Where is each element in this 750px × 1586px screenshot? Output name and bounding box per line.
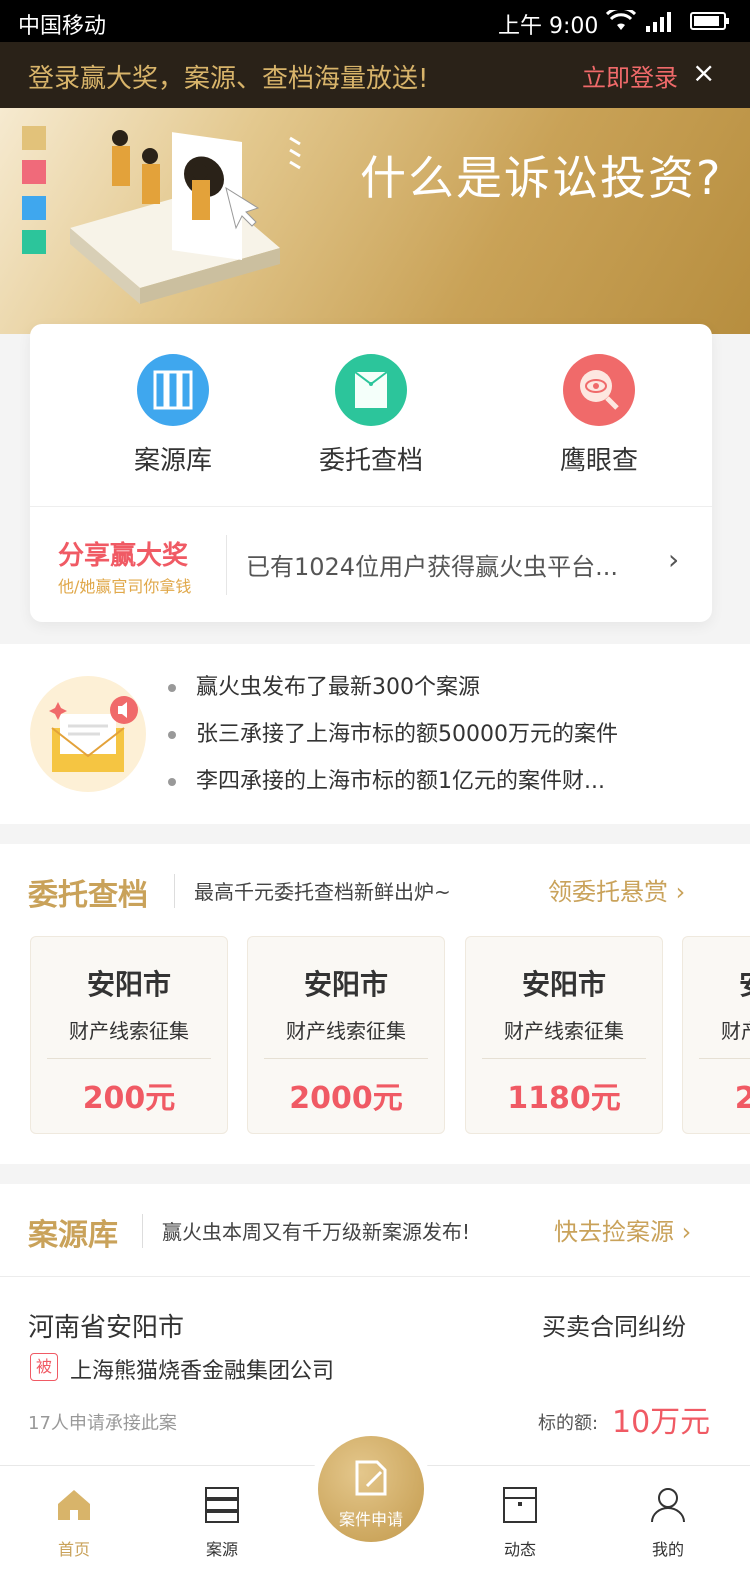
divider xyxy=(264,1058,428,1059)
menu-item-case-library[interactable]: 案源库 xyxy=(88,354,258,477)
banner[interactable]: 什么是诉讼投资? xyxy=(0,108,750,334)
case-library-section: 案源库 赢火虫本周又有千万级新案源发布! 快去捡案源 › 河南省安阳市 买卖合同… xyxy=(0,1184,750,1474)
server-icon xyxy=(205,1487,239,1523)
case-type: 买卖合同纠纷 xyxy=(542,1313,686,1341)
card-city: 安阳市 xyxy=(303,968,388,1001)
card-price: 1180元 xyxy=(507,1081,621,1116)
banner-headline: 什么是诉讼投资? xyxy=(360,151,723,205)
tab-label: 案源 xyxy=(205,1540,238,1559)
card-type: 财产线索征集 xyxy=(286,1019,406,1043)
tab-home[interactable]: 首页 xyxy=(24,1482,124,1560)
chevron-right-icon: › xyxy=(668,543,680,576)
share-reward-banner[interactable]: 分享赢大奖 他/她赢官司你拿钱 已有1024位用户获得赢火虫平台... › xyxy=(30,506,712,623)
entrust-card[interactable]: 安阳市 财产线索征集 2000元 xyxy=(247,936,445,1134)
apply-case-button[interactable]: 案件申请 xyxy=(318,1436,424,1542)
claim-reward-link[interactable]: 领委托悬赏 › xyxy=(548,872,685,907)
edit-document-icon xyxy=(355,1460,387,1496)
tab-profile[interactable]: 我的 xyxy=(618,1482,718,1560)
login-button[interactable]: 立即登录 xyxy=(582,58,678,93)
card-city: 安阳市 xyxy=(86,968,171,1001)
card-price: 2000元 xyxy=(289,1081,403,1116)
defendant-name: 上海熊猫烧香金融集团公司 xyxy=(70,1359,335,1384)
card-city: 安阳市 xyxy=(521,968,606,1001)
section-title: 委托查档 xyxy=(28,878,148,913)
divider xyxy=(699,1058,750,1059)
applicant-count: 17人申请承接此案 xyxy=(28,1413,177,1434)
carrier-label: 中国移动 xyxy=(18,14,107,39)
section-title: 案源库 xyxy=(28,1218,118,1253)
menu-item-entrust-search[interactable]: 委托查档 xyxy=(286,354,456,477)
clock: 上午 9:00 xyxy=(498,14,599,39)
divider xyxy=(142,1214,143,1248)
close-icon[interactable]: × xyxy=(692,56,715,89)
tab-label: 首页 xyxy=(57,1540,90,1559)
news-item[interactable]: 赢火虫发布了最新300个案源 xyxy=(168,670,618,717)
card-price: 200元 xyxy=(82,1081,176,1116)
card-type: 财产线索征集 xyxy=(721,1019,750,1043)
card-price: 200元 xyxy=(734,1081,750,1116)
section-subtitle: 赢火虫本周又有千万级新案源发布! xyxy=(162,1220,471,1244)
tab-news[interactable]: 动态 xyxy=(470,1482,570,1560)
news-feed: 赢火虫发布了最新300个案源 张三承接了上海市标的额50000万元的案件 李四承… xyxy=(0,644,750,824)
share-title: 分享赢大奖 xyxy=(58,541,189,571)
bookshelf-icon xyxy=(137,354,209,426)
user-icon xyxy=(651,1488,685,1523)
login-promo-bar: 登录赢大奖，案源、查档海量放送! 立即登录 × xyxy=(0,42,750,108)
card-type: 财产线索征集 xyxy=(69,1019,189,1043)
section-subtitle: 最高千元委托查档新鲜出炉~ xyxy=(194,880,451,904)
status-bar: 中国移动 上午 9:00 xyxy=(0,0,750,42)
divider xyxy=(47,1058,211,1059)
envelope-icon xyxy=(335,354,407,426)
entrust-card[interactable]: 安阳市 财产线索征集 200元 xyxy=(682,936,750,1134)
news-item[interactable]: 张三承接了上海市标的额50000万元的案件 xyxy=(168,717,618,764)
tab-cases[interactable]: 案源 xyxy=(172,1482,272,1560)
apply-case-label: 案件申请 xyxy=(338,1510,403,1529)
defendant-badge: 被 xyxy=(30,1353,58,1381)
home-icon xyxy=(58,1490,90,1520)
divider xyxy=(174,874,175,908)
menu-item-label: 鹰眼查 xyxy=(559,446,638,476)
divider xyxy=(226,535,227,595)
mail-speaker-icon xyxy=(30,676,146,792)
amount-value: 10万元 xyxy=(612,1405,711,1440)
login-promo-text: 登录赢大奖，案源、查档海量放送! xyxy=(28,64,429,94)
pick-cases-link[interactable]: 快去捡案源 › xyxy=(554,1212,691,1247)
case-region: 河南省安阳市 xyxy=(28,1313,185,1343)
tab-label: 我的 xyxy=(651,1540,684,1559)
share-description: 已有1024位用户获得赢火虫平台... xyxy=(246,553,618,581)
banner-illustration xyxy=(22,126,301,304)
entrust-card[interactable]: 安阳市 财产线索征集 200元 xyxy=(30,936,228,1134)
card-city: 安阳市 xyxy=(683,963,750,1003)
entrust-section: 委托查档 最高千元委托查档新鲜出炉~ 领委托悬赏 › 安阳市 财产线索征集 20… xyxy=(0,844,750,1164)
signal-icon xyxy=(646,12,671,32)
news-item[interactable]: 李四承接的上海市标的额1亿元的案件财... xyxy=(168,764,618,811)
quick-menu-card: 案源库 委托查档 鹰眼查 分享赢大奖 他/她赢官司你拿钱 已有1024位用户获得… xyxy=(30,324,712,622)
menu-item-label: 案源库 xyxy=(133,446,212,476)
tab-label: 动态 xyxy=(503,1540,536,1559)
eye-search-icon xyxy=(563,354,635,426)
wifi-icon xyxy=(606,10,636,30)
entrust-card[interactable]: 安阳市 财产线索征集 1180元 xyxy=(465,936,663,1134)
card-type: 财产线索征集 xyxy=(504,1019,624,1043)
divider xyxy=(482,1058,646,1059)
news-icon xyxy=(503,1487,537,1523)
amount-label: 标的额: xyxy=(538,1413,599,1434)
share-subtitle: 他/她赢官司你拿钱 xyxy=(58,577,192,596)
battery-icon xyxy=(690,12,729,30)
menu-item-eagle-eye[interactable]: 鹰眼查 xyxy=(514,354,684,477)
menu-item-label: 委托查档 xyxy=(318,446,423,476)
